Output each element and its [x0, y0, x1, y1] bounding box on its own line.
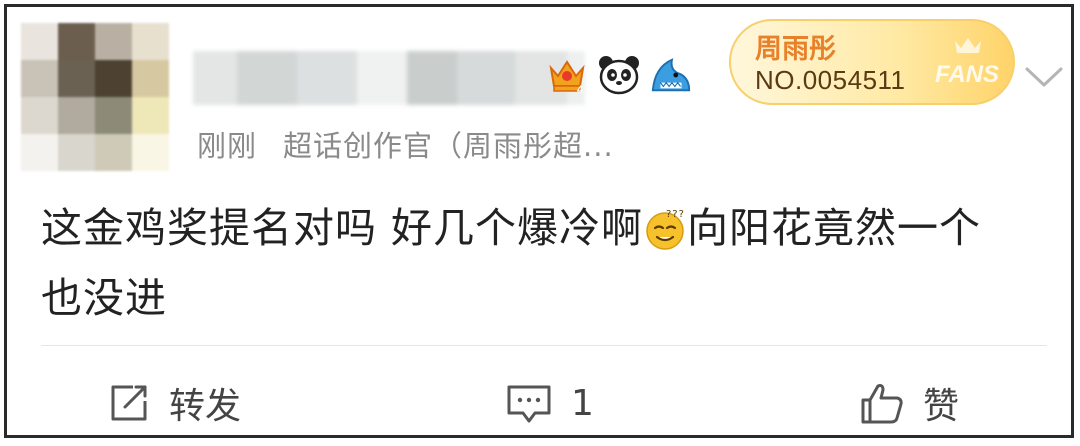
post-text-part-3: 也没进 [41, 274, 167, 322]
fan-badge-number: NO.0054511 [755, 65, 906, 95]
repost-label: 转发 [169, 386, 242, 427]
chevron-down-icon[interactable] [1023, 63, 1065, 91]
svg-text:4: 4 [577, 84, 584, 96]
divider [41, 345, 1047, 346]
avatar[interactable] [21, 23, 169, 171]
comment-button[interactable]: 1 [505, 373, 594, 433]
thumbs-up-icon [859, 380, 905, 426]
comment-count: 1 [571, 382, 594, 424]
like-button[interactable]: 赞 [859, 373, 959, 433]
post-text-part-2: 向阳花竟然一个 [687, 204, 982, 252]
post-text: 这金鸡奖提名对吗 好几个爆冷啊 ??? 向阳花竟然一个 也没进 [41, 197, 1051, 329]
weibo-post-card: 4 周雨彤 NO.0054511 FANS 刚刚 超话创作官（周雨彤超... 这… [4, 4, 1074, 438]
fan-badge-label: FANS [934, 61, 999, 88]
svg-text:???: ??? [666, 209, 685, 220]
repost-icon [107, 381, 151, 425]
panda-icon [597, 53, 641, 97]
post-meta: 刚刚 超话创作官（周雨彤超... [197, 123, 614, 165]
fan-badge-card[interactable]: 周雨彤 NO.0054511 FANS [729, 19, 1015, 105]
dizzy-face-emoji-icon: ??? [644, 205, 686, 267]
fan-badge-crown-icon [953, 35, 983, 59]
shark-icon [649, 53, 693, 97]
fan-badge-name: 周雨彤 [755, 34, 836, 65]
user-badges: 4 [545, 53, 693, 97]
username-blurred[interactable] [193, 51, 585, 105]
comment-icon [505, 381, 553, 425]
post-source[interactable]: 超话创作官（周雨彤超... [283, 129, 614, 163]
repost-button[interactable]: 转发 [107, 373, 241, 433]
post-time: 刚刚 [197, 129, 258, 163]
crown-level-4-icon[interactable]: 4 [545, 53, 589, 97]
like-label: 赞 [923, 386, 960, 427]
post-text-part-1: 这金鸡奖提名对吗 好几个爆冷啊 [41, 204, 644, 252]
